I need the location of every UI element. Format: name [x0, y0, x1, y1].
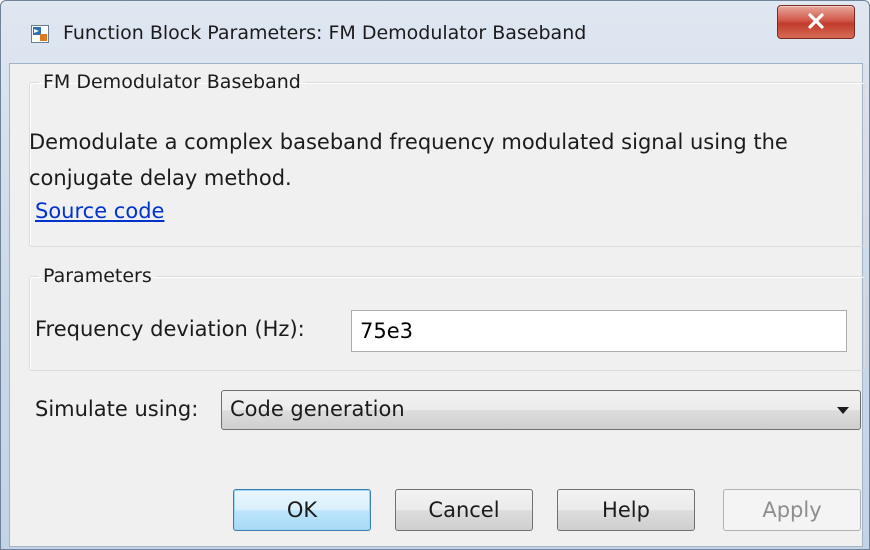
simulate-using-value: Code generation [230, 397, 405, 421]
chevron-down-icon [837, 407, 849, 414]
cancel-button[interactable]: Cancel [395, 489, 533, 531]
ok-button[interactable]: OK [233, 489, 371, 531]
close-button[interactable] [777, 5, 855, 39]
simulate-using-dropdown[interactable]: Code generation [221, 390, 861, 430]
dialog-window: Function Block Parameters: FM Demodulato… [0, 0, 870, 550]
title-bar[interactable]: Function Block Parameters: FM Demodulato… [1, 1, 869, 63]
apply-button[interactable]: Apply [723, 489, 861, 531]
frequency-deviation-input[interactable] [351, 310, 847, 352]
window-title: Function Block Parameters: FM Demodulato… [63, 22, 587, 44]
block-name-legend: FM Demodulator Baseband [43, 71, 301, 93]
source-code-link[interactable]: Source code [35, 199, 164, 223]
block-description: Demodulate a complex baseband frequency … [29, 130, 788, 190]
simulate-using-label: Simulate using: [35, 397, 199, 421]
simulink-block-icon [31, 25, 49, 43]
frequency-deviation-label: Frequency deviation (Hz): [35, 317, 305, 341]
close-x-icon [808, 13, 824, 29]
help-button[interactable]: Help [557, 489, 695, 531]
parameters-legend: Parameters [43, 265, 152, 287]
